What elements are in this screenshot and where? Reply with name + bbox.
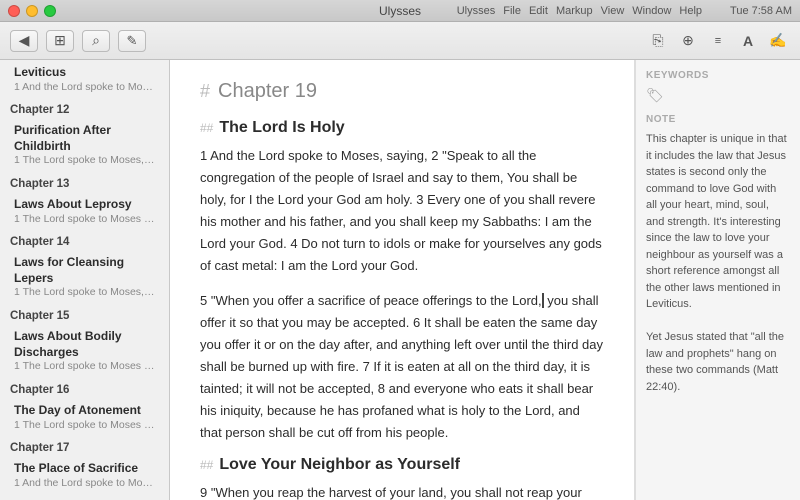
sidebar-item-5[interactable]: The Place of Sacrifice 1 And the Lord sp… [4,457,165,494]
item-3-title: Laws About Bodily Discharges [14,329,155,360]
leviticus-sub: 1 And the Lord spoke to Moses and Aaron.… [14,81,155,95]
search-button[interactable]: ⌕ [82,30,110,52]
grid-button[interactable]: ⊞ [46,30,74,52]
sidebar-item-1[interactable]: Laws About Leprosy 1 The Lord spoke to M… [4,193,165,230]
back-icon: ◀ [19,32,30,49]
keywords-label: Keywords [646,70,790,81]
tag-icon[interactable]: 🏷 [646,87,664,104]
chapter-12-label: Chapter 12 [0,99,169,118]
menu-edit[interactable]: Edit [529,5,548,17]
list-icon[interactable]: ≡ [706,30,730,52]
sidebar-item-0[interactable]: Purification After Childbirth 1 The Lord… [4,119,165,172]
item-4-title: The Day of Atonement [14,403,155,419]
menu-ulysses[interactable]: Ulysses [457,5,496,17]
close-button[interactable] [8,5,20,17]
minimize-button[interactable] [26,5,38,17]
menu-window[interactable]: Window [632,5,671,17]
note-label: Note [646,114,790,125]
chapter-17-label: Chapter 17 [0,437,169,456]
item-4-sub: 1 The Lord spoke to Moses after the deat… [14,419,155,433]
item-2-sub: 1 The Lord spoke to Moses, saying, 2 "Th… [14,286,155,300]
sidebar-item-4[interactable]: The Day of Atonement 1 The Lord spoke to… [4,399,165,436]
item-2-title: Laws for Cleansing Lepers [14,255,155,286]
sidebar-item-3[interactable]: Laws About Bodily Discharges 1 The Lord … [4,325,165,378]
paragraph-1: 1 And the Lord spoke to Moses, saying, 2… [200,145,604,278]
sidebar-item-leviticus[interactable]: Leviticus 1 And the Lord spoke to Moses … [4,61,165,98]
toolbar: ◀ ⊞ ⌕ ✎ ⎘ ⊕ ≡ A ✍ [0,22,800,60]
chapter-13-label: Chapter 13 [0,173,169,192]
item-5-title: The Place of Sacrifice [14,461,155,477]
sidebar: Leviticus 1 And the Lord spoke to Moses … [0,60,170,500]
edit-icon: ✎ [127,33,138,49]
titlebar: Ulysses Ulysses File Edit Markup View Wi… [0,0,800,22]
menu-view[interactable]: View [601,5,625,17]
item-1-sub: 1 The Lord spoke to Moses and Aaron, sa.… [14,213,155,227]
leviticus-title: Leviticus [14,65,155,81]
search-icon: ⌕ [92,32,100,49]
add-icon[interactable]: ⊕ [676,30,700,52]
toolbar-right-icons: ⎘ ⊕ ≡ A ✍ [646,30,790,52]
paragraph-3: 9 "When you reap the harvest of your lan… [200,482,604,500]
menu-markup[interactable]: Markup [556,5,593,17]
sidebar-item-2[interactable]: Laws for Cleansing Lepers 1 The Lord spo… [4,251,165,304]
clock: Tue 7:58 AM [730,5,792,17]
chapter-15-label: Chapter 15 [0,305,169,324]
menu-file[interactable]: File [503,5,521,17]
chapter-18-label: Chapter 18 [0,495,169,500]
maximize-button[interactable] [44,5,56,17]
chapter-heading: Chapter 19 [200,80,604,103]
menu-help[interactable]: Help [679,5,702,17]
right-panel: Keywords 🏷 Note This chapter is unique i… [635,60,800,500]
share-icon[interactable]: ⎘ [646,30,670,52]
content-area[interactable]: Chapter 19 ## The Lord Is Holy 1 And the… [170,60,635,500]
chapter-16-label: Chapter 16 [0,379,169,398]
pen-icon[interactable]: ✍ [766,30,790,52]
paragraph-2: 5 "When you offer a sacrifice of peace o… [200,290,604,445]
section1-marker: ## [200,121,213,135]
section2-marker: ## [200,458,213,472]
section2-title: Love Your Neighbor as Yourself [219,456,460,474]
chapter-14-label: Chapter 14 [0,231,169,250]
edit-button[interactable]: ✎ [118,30,146,52]
section1-heading: ## The Lord Is Holy [200,119,604,137]
section1-title: The Lord Is Holy [219,119,344,137]
back-button[interactable]: ◀ [10,30,38,52]
app-title: Ulysses [379,4,421,18]
tags-row: 🏷 [646,87,790,104]
item-5-sub: 1 And the Lord spoke to Moses, saying, 2… [14,477,155,491]
font-icon[interactable]: A [736,30,760,52]
text-cursor [542,293,544,308]
window-controls[interactable] [8,5,56,17]
main-layout: Leviticus 1 And the Lord spoke to Moses … [0,60,800,500]
menu-bar: Ulysses File Edit Markup View Window Hel… [457,5,792,17]
note-text: This chapter is unique in that it includ… [646,131,790,395]
section2-heading: ## Love Your Neighbor as Yourself [200,456,604,474]
item-0-title: Purification After Childbirth [14,123,155,154]
item-0-sub: 1 The Lord spoke to Moses, saying, 2 "Sp… [14,154,155,168]
item-1-title: Laws About Leprosy [14,197,155,213]
item-3-sub: 1 The Lord spoke to Moses and Aaron, sa.… [14,360,155,374]
grid-icon: ⊞ [54,32,66,49]
